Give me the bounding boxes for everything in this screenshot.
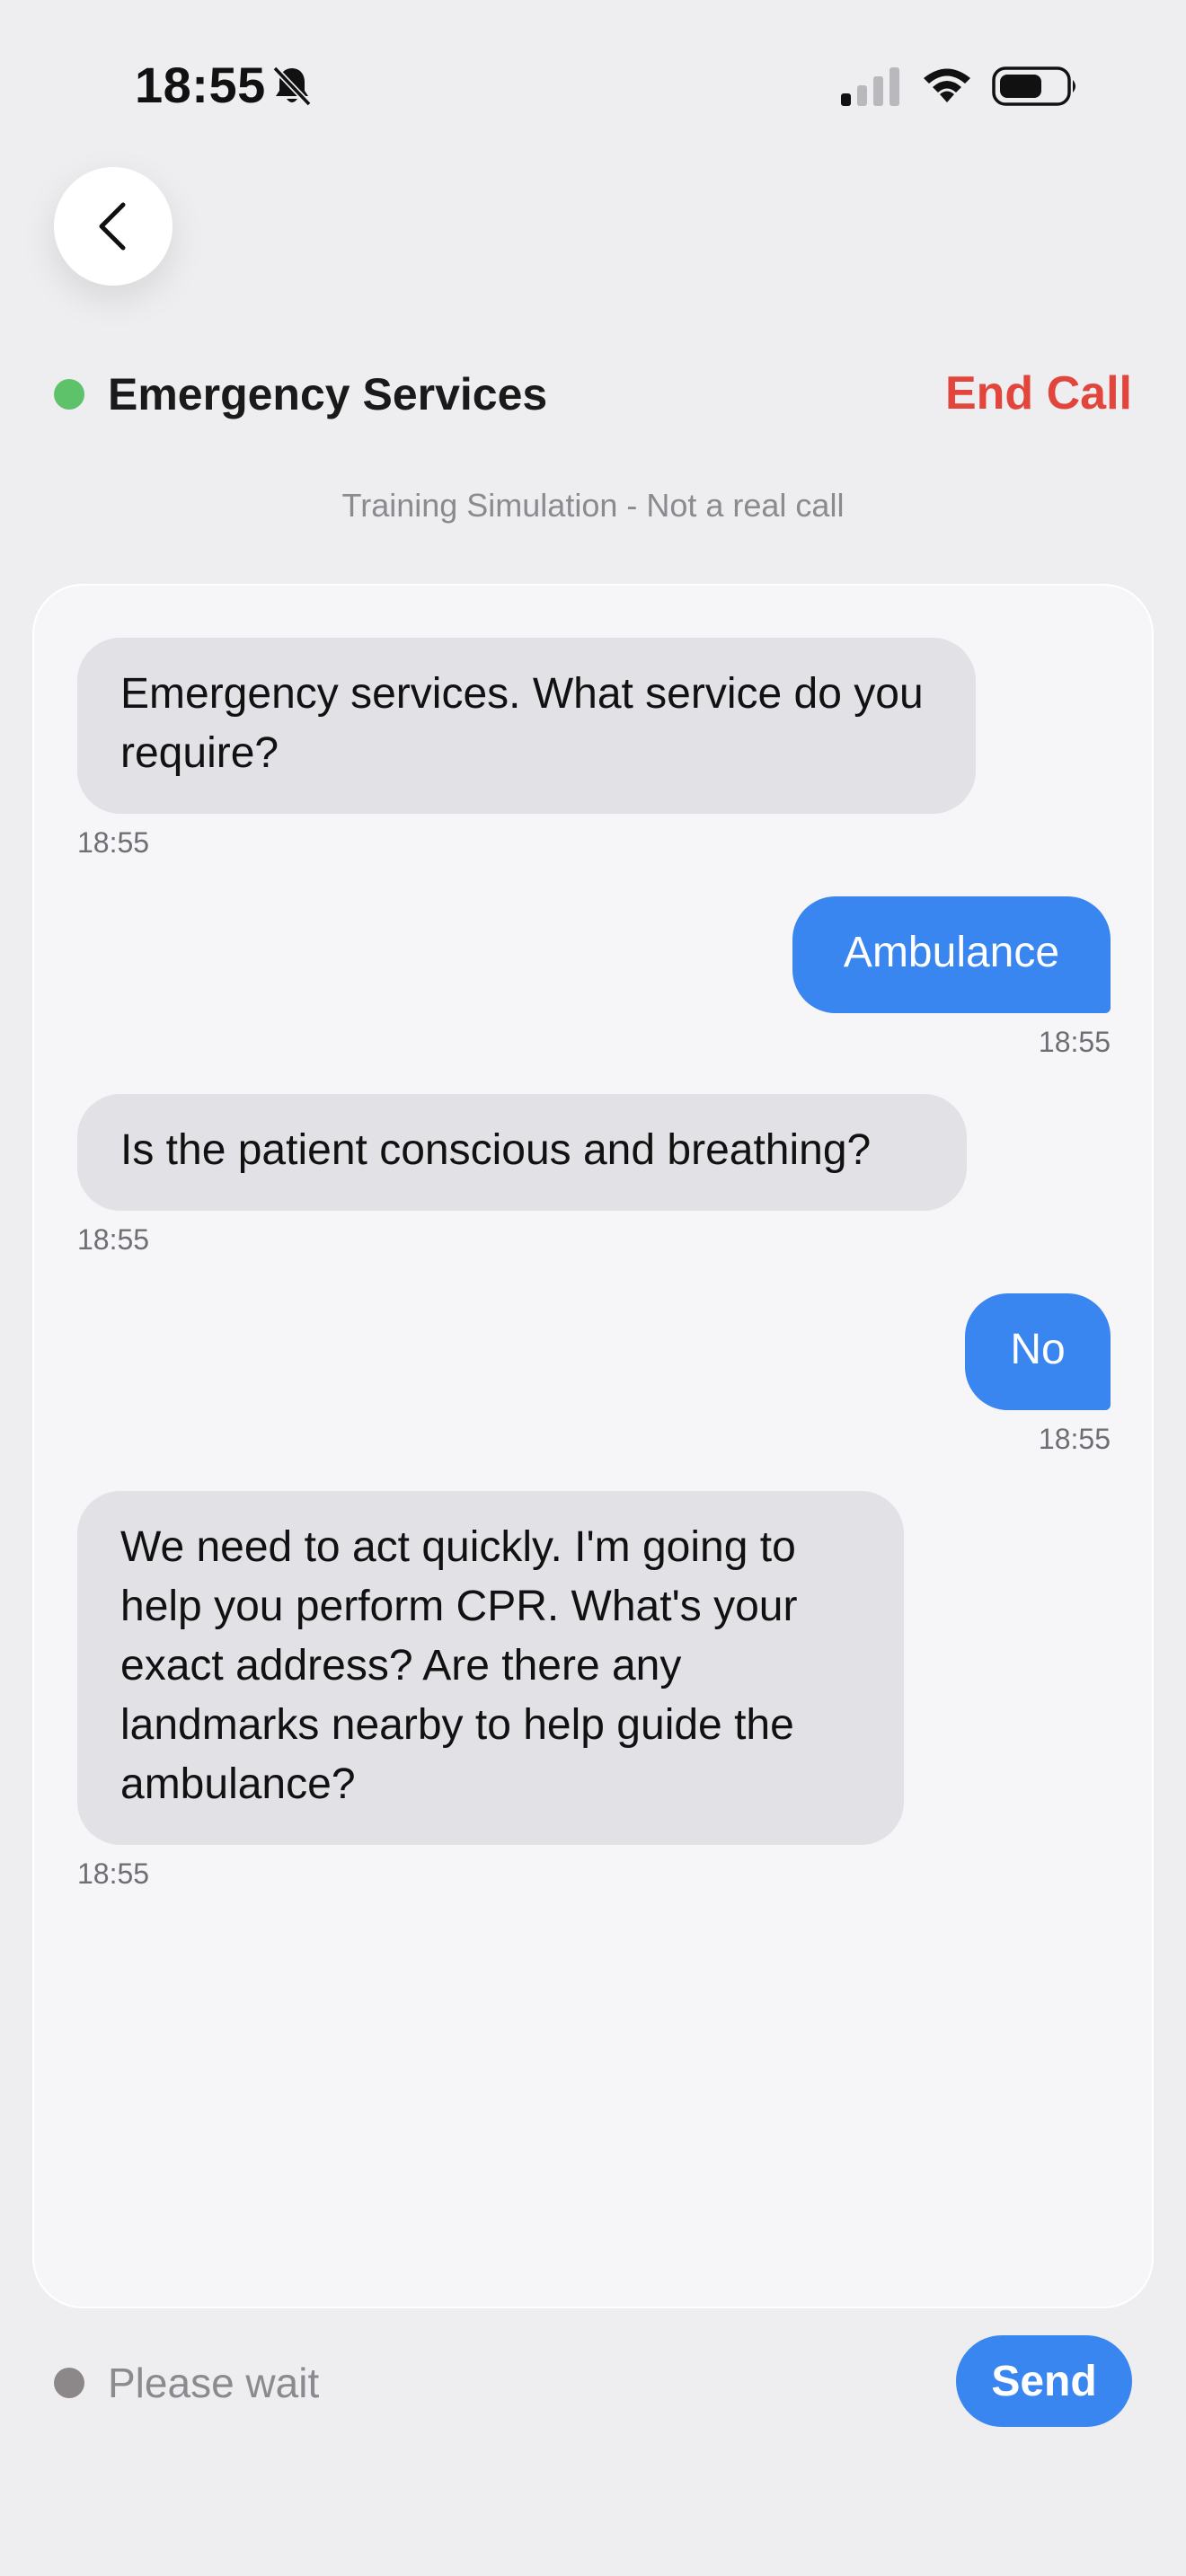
status-time: 18:55: [135, 57, 266, 113]
message-input[interactable]: [108, 2351, 916, 2414]
waiting-status-dot: [54, 2368, 84, 2398]
message-timestamp: 18:55: [77, 1857, 150, 1890]
message-bubble: No: [965, 1293, 1111, 1410]
header-title: Emergency Services: [108, 369, 548, 419]
message-operator: Emergency services. What service do you …: [77, 638, 976, 860]
message-bubble: Ambulance: [792, 896, 1111, 1013]
message-timestamp: 18:55: [77, 826, 150, 859]
simulation-notice: Training Simulation - Not a real call: [341, 487, 845, 524]
connected-status-dot: [54, 379, 84, 410]
bell-slash-icon: [272, 66, 312, 107]
call-header: Emergency Services End Call: [54, 359, 1132, 431]
message-timestamp: 18:55: [1038, 1423, 1111, 1455]
message-bubble: We need to act quickly. I'm going to hel…: [77, 1491, 904, 1845]
cellular-signal-icon: [841, 67, 899, 106]
message-composer: Send: [54, 2335, 1132, 2430]
end-call-button[interactable]: End Call: [945, 366, 1132, 420]
message-user: Ambulance 18:55: [792, 896, 1111, 1059]
back-button[interactable]: [54, 167, 173, 286]
battery-icon: [992, 66, 1075, 106]
wifi-icon: [924, 68, 970, 102]
message-timestamp: 18:55: [1038, 1026, 1111, 1058]
message-timestamp: 18:55: [77, 1223, 150, 1256]
message-bubble: Emergency services. What service do you …: [77, 638, 976, 814]
message-user: No 18:55: [965, 1293, 1111, 1456]
message-operator: Is the patient conscious and breathing? …: [77, 1094, 967, 1257]
chevron-left-icon: [99, 202, 126, 251]
send-button[interactable]: Send: [956, 2335, 1132, 2427]
message-bubble: Is the patient conscious and breathing?: [77, 1094, 967, 1211]
status-bar: 18:55: [0, 0, 1186, 171]
message-operator: We need to act quickly. I'm going to hel…: [77, 1491, 904, 1891]
chat-transcript[interactable]: Emergency services. What service do you …: [32, 584, 1154, 2308]
